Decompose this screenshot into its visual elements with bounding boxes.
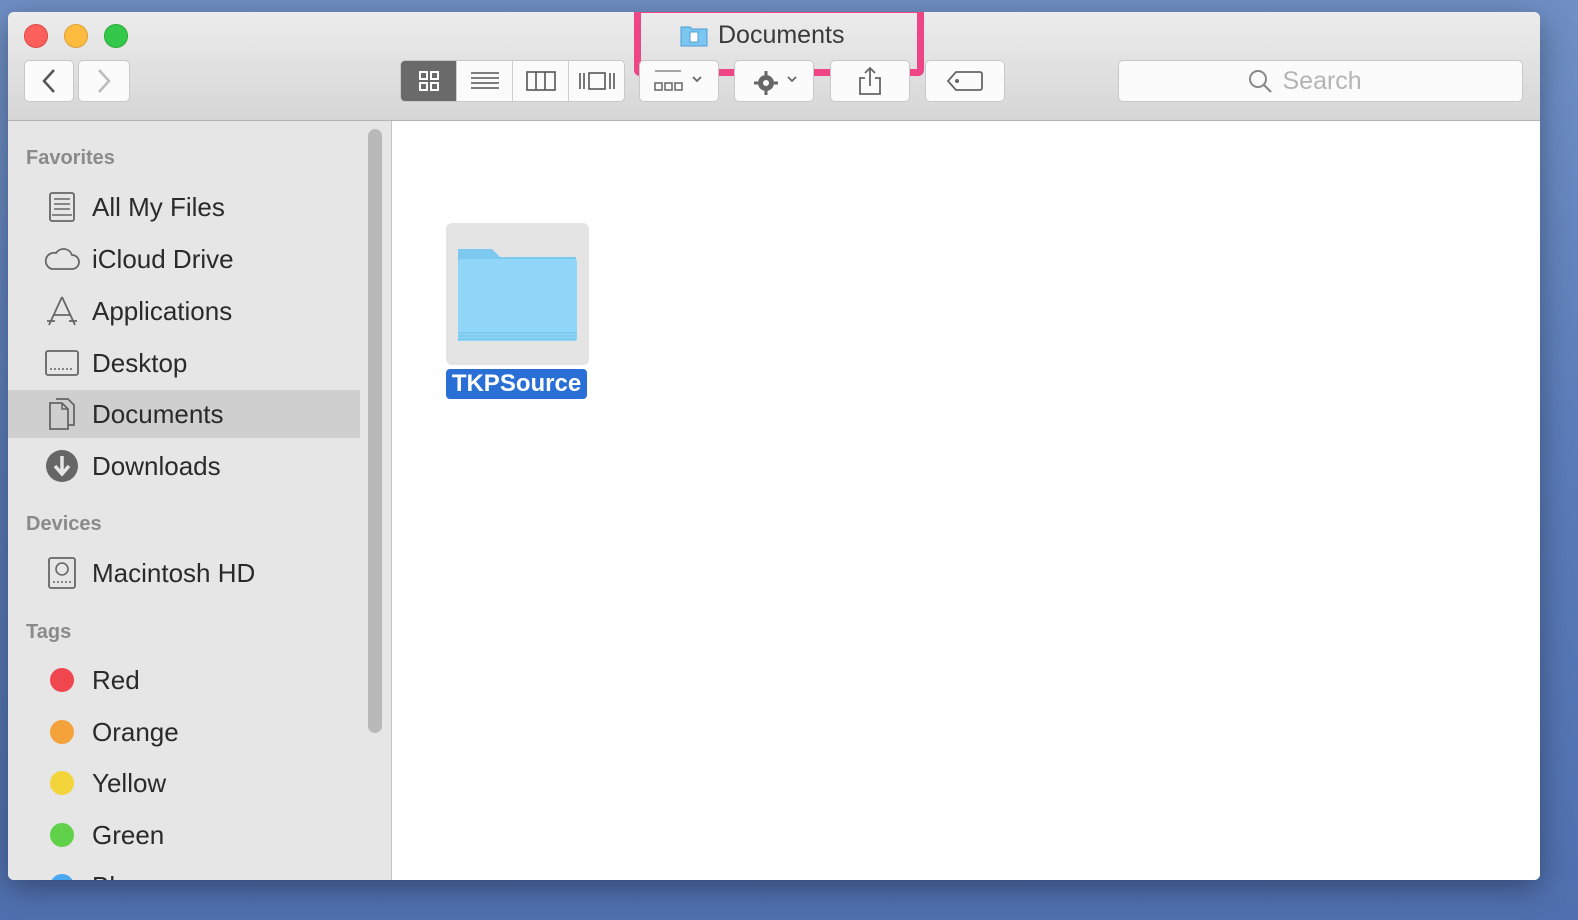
devices-header: Devices [26,513,102,535]
orange-tag-dot [50,720,74,744]
search-icon [1248,70,1272,93]
sidebar-item-applications[interactable]: Applications [8,287,360,335]
sidebar-item-label: Red [92,664,140,695]
folder-icon [458,249,577,341]
tag-icon [946,71,983,91]
minimize-button[interactable] [64,24,88,48]
tag-dot-container [42,712,82,752]
yellow-tag-dot [50,771,74,795]
chevron-right-icon [98,69,111,93]
search-input[interactable] [1280,65,1395,97]
sidebar-item-label: Downloads [92,450,221,481]
sidebar-item-label: Yellow [92,767,167,798]
cloud-icon [42,239,82,279]
icon-view-icon [418,71,439,91]
list-view-icon [470,72,499,89]
documents-icon [42,394,82,434]
column-view-icon [525,71,556,91]
sidebar-tag-orange[interactable]: Orange [8,708,360,756]
hard-drive-icon [42,553,82,593]
sidebar-tag-blue[interactable]: Blue [8,862,360,880]
sidebar-item-label: Documents [92,398,224,429]
tags-button[interactable] [925,60,1005,102]
sidebar-item-label: Macintosh HD [92,557,256,588]
back-button[interactable] [24,60,74,102]
sidebar: Favorites All My Files iCloud Drive Appl… [8,121,392,880]
icon-view-button[interactable] [401,61,457,101]
sidebar-item-label: Orange [92,716,179,747]
sidebar-item-icloud-drive[interactable]: iCloud Drive [8,235,360,283]
red-tag-dot [50,668,74,692]
arrange-button[interactable] [639,60,719,102]
share-button[interactable] [830,60,910,102]
sidebar-item-label: Green [92,819,165,850]
favorites-header: Favorites [26,147,115,169]
file-browser-area[interactable]: TKPSource [392,121,1540,880]
cover-flow-view-button[interactable] [569,61,624,101]
arrange-grid-icon [654,70,702,91]
tag-dot-container [42,866,82,880]
folder-item[interactable] [446,223,589,365]
all-files-icon [42,187,82,227]
column-view-button[interactable] [513,61,569,101]
forward-button[interactable] [78,60,130,102]
blue-tag-dot [50,874,74,880]
titlebar: Documents [8,12,1540,121]
action-button[interactable] [734,60,814,102]
downloads-icon [42,446,82,486]
gear-icon [754,71,797,95]
share-icon [859,66,881,95]
search-field[interactable] [1118,60,1523,102]
chevron-left-icon [42,69,55,93]
sidebar-tag-red[interactable]: Red [8,656,360,704]
sidebar-item-label: Desktop [92,347,188,378]
desktop-icon [42,343,82,383]
applications-icon [42,291,82,331]
green-tag-dot [50,823,74,847]
sidebar-item-label: All My Files [92,191,225,222]
sidebar-item-label: Applications [92,295,233,326]
sidebar-tag-yellow[interactable]: Yellow [8,759,360,807]
tag-dot-container [42,660,82,700]
tag-dot-container [42,763,82,803]
close-button[interactable] [24,24,48,48]
view-mode-control [400,60,625,102]
sidebar-item-documents[interactable]: Documents [8,390,360,438]
sidebar-scrollbar[interactable] [368,129,382,733]
tags-header: Tags [26,621,72,643]
finder-window: Documents Search Favorites All My Files … [8,12,1540,880]
folder-name-label[interactable]: TKPSource [446,369,587,399]
sidebar-item-macintosh-hd[interactable]: Macintosh HD [8,549,360,597]
list-view-button[interactable] [457,61,513,101]
sidebar-item-downloads[interactable]: Downloads [8,442,360,490]
sidebar-item-desktop[interactable]: Desktop [8,339,360,387]
sidebar-item-label: iCloud Drive [92,243,234,274]
sidebar-tag-green[interactable]: Green [8,811,360,859]
tag-dot-container [42,815,82,855]
sidebar-item-label: Blue [92,871,144,881]
sidebar-item-all-my-files[interactable]: All My Files [8,183,360,231]
cover-flow-icon [578,72,615,90]
zoom-button[interactable] [104,24,128,48]
